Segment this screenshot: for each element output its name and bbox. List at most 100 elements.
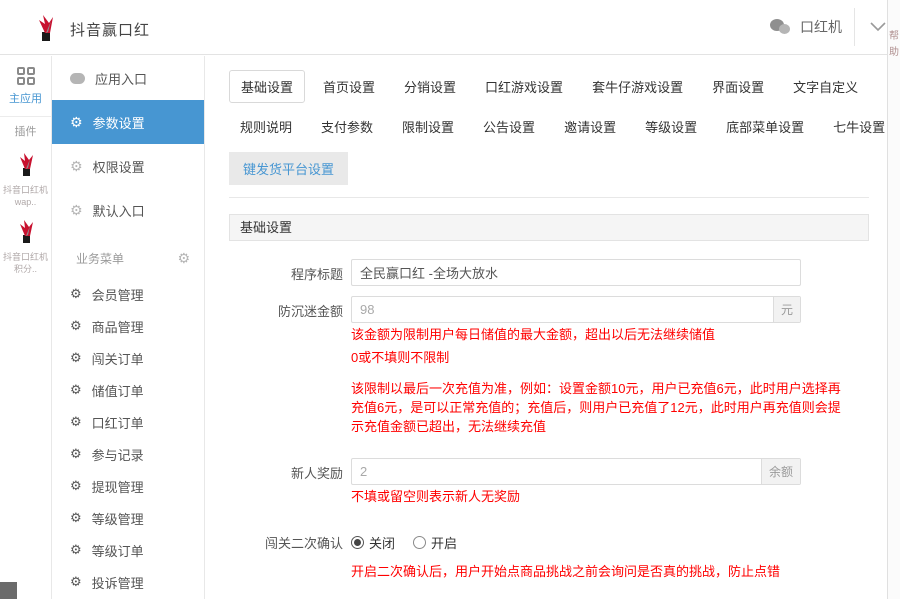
- tab-lipstick-game-settings[interactable]: 口红游戏设置: [474, 71, 574, 102]
- edge-char-1: 帮: [889, 31, 899, 42]
- sidebar-item-complaint-mgmt[interactable]: ⚙ 投诉管理: [52, 566, 204, 598]
- field-anti-addiction: 防沉迷金额 元 该金额为限制用户每日储值的最大金额，超出以后无法继续储值 0或不…: [229, 296, 869, 448]
- gear-icon: ⚙: [70, 382, 82, 397]
- radio-option-on[interactable]: 开启: [413, 533, 457, 552]
- edge-char-2: 助: [889, 47, 899, 58]
- anti-addiction-hint-3: 该限制以最后一次充值为准，例如：设置金额10元，用户已充值6元，此时用户选择再充…: [351, 381, 841, 434]
- sidebar-item-label: 参与记录: [91, 447, 144, 463]
- tab-announcement-settings[interactable]: 公告设置: [472, 111, 546, 142]
- right-edge-widget[interactable]: 帮 助: [887, 0, 900, 599]
- tab-basic-settings[interactable]: 基础设置: [229, 70, 306, 103]
- lipstick-icon: [19, 153, 33, 176]
- radio-option-off[interactable]: 关闭: [351, 533, 395, 552]
- tab-level-settings[interactable]: 等级设置: [634, 111, 708, 142]
- topbar-app-switcher[interactable]: 口红机: [770, 0, 842, 54]
- gear-icon[interactable]: ⚙: [177, 251, 190, 265]
- sidebar-item-level-mgmt[interactable]: ⚙ 等级管理: [52, 502, 204, 534]
- sidebar: 应用入口 ⚙ 参数设置 ⚙ 权限设置 ⚙ 默认入口 业务菜单 ⚙ ⚙ 会员管理 …: [52, 56, 205, 599]
- tab-text-custom[interactable]: 文字自定义: [782, 71, 869, 102]
- sidebar-item-label: 权限设置: [92, 159, 145, 175]
- tabs-separator: [229, 197, 869, 198]
- rail-item-main-app[interactable]: 主应用: [0, 56, 51, 116]
- sidebar-item-label: 储值订单: [91, 383, 144, 399]
- field-label: 新人奖励: [290, 466, 343, 481]
- sidebar-item-lipstick-orders[interactable]: ⚙ 口红订单: [52, 406, 204, 438]
- rail-plugins-label: 插件: [14, 126, 37, 138]
- field-app-title: 程序标题: [229, 259, 869, 286]
- sidebar-item-level-orders[interactable]: ⚙ 闯关订单: [52, 342, 204, 374]
- gear-icon: ⚙: [70, 318, 82, 333]
- field-second-confirm: 闯关二次确认 关闭 开启 开启二次确认后，用户开始点商品挑战之前会询问是否真的挑…: [229, 528, 869, 593]
- rail-plugin-wap-label: 抖音口红机wap..: [2, 185, 48, 207]
- tab-distribution-settings[interactable]: 分销设置: [393, 71, 467, 102]
- rail-collapse-handle[interactable]: [0, 582, 17, 599]
- tab-row-1: 基础设置 首页设置 分销设置 口红游戏设置 套牛仔游戏设置 界面设置 文字自定义…: [229, 70, 900, 103]
- app-title-input[interactable]: [352, 260, 800, 285]
- field-label: 防沉迷金额: [277, 304, 343, 319]
- sidebar-item-app-entry[interactable]: 应用入口: [52, 56, 204, 100]
- rail-plugin-points[interactable]: 抖音口红机积分..: [0, 214, 51, 281]
- unit-balance-addon: 余额: [760, 459, 800, 484]
- tab-bottom-menu-settings[interactable]: 底部菜单设置: [715, 111, 815, 142]
- tab-interface-settings[interactable]: 界面设置: [701, 71, 775, 102]
- anti-addiction-input[interactable]: [352, 297, 773, 322]
- radio-label: 关闭: [369, 536, 396, 551]
- gear-icon: ⚙: [70, 286, 82, 301]
- chevron-down-icon[interactable]: [870, 22, 886, 32]
- sidebar-item-label: 应用入口: [95, 71, 148, 87]
- newbie-reward-input[interactable]: [352, 459, 761, 484]
- tab-cowboy-game-settings[interactable]: 套牛仔游戏设置: [581, 71, 694, 102]
- chat-bubble-icon: [70, 72, 85, 84]
- sidebar-item-label: 等级管理: [91, 511, 144, 527]
- sidebar-item-permission-settings[interactable]: ⚙ 权限设置: [52, 144, 204, 188]
- radio-unselected-icon: [413, 536, 427, 549]
- sidebar-item-label: 投诉管理: [91, 575, 144, 591]
- admin-page: 抖音赢口红 口红机 帮 助 主应用 插件 抖音口红机wap.. 抖音口红机积分.…: [0, 0, 900, 599]
- sidebar-item-label: 商品管理: [91, 319, 144, 335]
- tab-home-settings[interactable]: 首页设置: [312, 71, 386, 102]
- sidebar-item-withdrawal-mgmt[interactable]: ⚙ 提现管理: [52, 470, 204, 502]
- rail-plugin-wap[interactable]: 抖音口红机wap..: [0, 147, 51, 214]
- sidebar-item-default-entry[interactable]: ⚙ 默认入口: [52, 188, 204, 232]
- sidebar-item-parameter-settings[interactable]: ⚙ 参数设置: [52, 100, 204, 144]
- page-title: 抖音赢口红: [70, 22, 151, 39]
- radio-label: 开启: [431, 536, 458, 551]
- tab-payment-params[interactable]: 支付参数: [310, 111, 384, 142]
- current-app-name: 口红机: [800, 19, 842, 35]
- gear-icon: ⚙: [70, 202, 83, 218]
- tab-rules[interactable]: 规则说明: [229, 111, 303, 142]
- tab-row-2: 规则说明 支付参数 限制设置 公告设置 邀请设置 等级设置 底部菜单设置 七牛设…: [229, 111, 887, 142]
- sidebar-item-label: 参数设置: [92, 115, 145, 131]
- app-logo-icon: [39, 15, 53, 41]
- tab-invite-settings[interactable]: 邀请设置: [553, 111, 627, 142]
- sidebar-item-product-mgmt[interactable]: ⚙ 商品管理: [52, 310, 204, 342]
- icon-rail: 主应用 插件 抖音口红机wap.. 抖音口红机积分..: [0, 56, 52, 599]
- main-content: 基础设置 首页设置 分销设置 口红游戏设置 套牛仔游戏设置 界面设置 文字自定义…: [206, 56, 900, 599]
- newbie-reward-hint: 不填或留空则表示新人无奖励: [351, 489, 521, 504]
- topbar-divider: [854, 8, 855, 46]
- wechat-icon: [770, 19, 792, 35]
- panel-title: 基础设置: [229, 214, 869, 241]
- gear-icon: ⚙: [70, 414, 82, 429]
- sidebar-item-participation-records[interactable]: ⚙ 参与记录: [52, 438, 204, 470]
- tab-shipping-platform-settings[interactable]: 键发货平台设置: [229, 152, 349, 185]
- gear-icon: ⚙: [70, 446, 82, 461]
- sidebar-item-grade-orders[interactable]: ⚙ 等级订单: [52, 534, 204, 566]
- field-label: 程序标题: [290, 267, 343, 282]
- topbar: 抖音赢口红 口红机: [0, 0, 900, 55]
- rail-main-app-label: 主应用: [9, 93, 42, 105]
- sidebar-item-label: 会员管理: [91, 287, 144, 303]
- anti-addiction-hint-2: 0或不填则不限制: [351, 350, 450, 365]
- gear-icon: ⚙: [70, 350, 82, 365]
- gear-icon: ⚙: [70, 478, 82, 493]
- field-label: 闯关二次确认: [264, 536, 343, 551]
- tab-qiniu-settings[interactable]: 七牛设置: [822, 111, 896, 142]
- sidebar-item-member-mgmt[interactable]: ⚙ 会员管理: [52, 278, 204, 310]
- basic-settings-form: 程序标题 防沉迷金额 元 该金额为限制用户: [229, 241, 869, 599]
- sidebar-item-label: 口红订单: [91, 415, 144, 431]
- sidebar-item-stored-value-orders[interactable]: ⚙ 储值订单: [52, 374, 204, 406]
- gear-icon: ⚙: [70, 542, 82, 557]
- tab-limit-settings[interactable]: 限制设置: [391, 111, 465, 142]
- sidebar-item-label: 等级订单: [91, 543, 144, 559]
- unit-yuan-addon: 元: [772, 297, 800, 322]
